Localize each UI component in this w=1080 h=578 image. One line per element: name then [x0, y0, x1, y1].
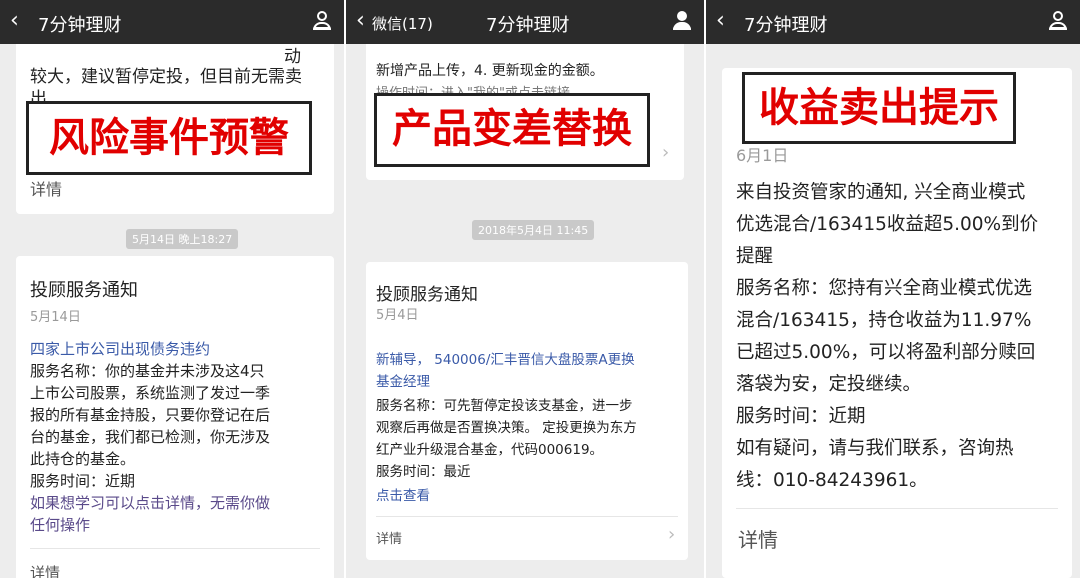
- card-title: 投顾服务通知: [376, 285, 478, 305]
- message-text: 服务名称：可先暂停定投该支基金，进一步: [376, 398, 633, 414]
- caption-profit-sell: 收益卖出提示: [742, 72, 1016, 144]
- detail-link[interactable]: 详情: [30, 562, 60, 578]
- card-date: 5月14日: [30, 310, 81, 325]
- chevron-right-icon: ›: [668, 524, 676, 545]
- service-time: 服务时间：近期: [30, 472, 136, 490]
- detail-link[interactable]: 详情: [376, 528, 402, 547]
- detail-link[interactable]: 详情: [30, 176, 62, 200]
- message-text: 优选混合/163415收益超5.00%到价: [736, 214, 1039, 235]
- user-icon[interactable]: [1048, 11, 1068, 31]
- message-link-text[interactable]: 任何操作: [30, 514, 90, 535]
- caption-risk-warning: 风险事件预警: [26, 101, 312, 175]
- title-bar: ‹ 7分钟理财: [0, 0, 344, 44]
- message-text: 提醒: [736, 246, 774, 267]
- message-text: 较大，建议暂停定投，但目前无需卖: [30, 67, 302, 87]
- card-title: 投顾服务通知: [30, 280, 138, 301]
- timestamp: 5月14日 晚上18:27: [126, 229, 239, 249]
- service-time: 服务时间：最近: [376, 464, 471, 480]
- caption-product-replacement: 产品变差替换: [374, 93, 650, 167]
- detail-link[interactable]: 详情: [738, 524, 778, 553]
- message-card-service-notice[interactable]: 6月1日 来自投资管家的通知, 兴全商业模式 优选混合/163415收益超5.0…: [722, 68, 1072, 578]
- timestamp: 2018年5月4日 11:45: [472, 220, 595, 240]
- back-icon[interactable]: ‹: [10, 9, 19, 33]
- message-headline: 基金经理: [376, 374, 430, 390]
- message-text: 台的基金，我们都已检测，你无涉及: [30, 428, 271, 446]
- user-icon[interactable]: [312, 11, 332, 31]
- divider: [736, 508, 1058, 509]
- message-text: 服务名称：您持有兴全商业模式优选: [736, 278, 1033, 299]
- screen-risk-warning: ‹ 7分钟理财 动 较大，建议暂停定投，但目前无需卖 出 详情 风险事件预警 5…: [0, 0, 344, 578]
- message-text: 如有疑问，请与我们联系，咨询热: [736, 438, 1014, 459]
- back-icon[interactable]: ‹: [356, 9, 365, 33]
- message-card-service-notice[interactable]: 投顾服务通知 5月14日 四家上市公司出现债务违约 服务名称：你的基金并未涉及这…: [16, 256, 334, 578]
- divider: [376, 516, 678, 517]
- message-text: 已超过5.00%，可以将盈利部分赎回: [736, 342, 1036, 363]
- message-text: 混合/163415，持仓收益为11.97%: [736, 310, 1032, 331]
- chat-title: 7分钟理财: [744, 15, 828, 36]
- message-text: 来自投资管家的通知, 兴全商业模式: [736, 182, 1026, 203]
- divider: [30, 548, 320, 549]
- chevron-right-icon: ›: [662, 142, 670, 163]
- message-text: 线：010-84243961。: [736, 470, 928, 491]
- message-headline: 新辅导， 540006/汇丰晋信大盘股票A更换: [376, 352, 635, 368]
- message-card-service-notice[interactable]: 投顾服务通知 5月4日 新辅导， 540006/汇丰晋信大盘股票A更换 基金经理…: [366, 262, 688, 560]
- chat-title: 7分钟理财: [486, 15, 570, 36]
- user-icon[interactable]: [672, 11, 692, 31]
- title-bar: ‹ 7分钟理财: [706, 0, 1080, 44]
- service-time: 服务时间：近期: [736, 406, 866, 427]
- message-text: 服务名称：你的基金并未涉及这4只: [30, 362, 265, 380]
- message-text: 新增产品上传，4. 更新现金的金额。: [376, 63, 604, 79]
- screen-profit-sell-prompt: ‹ 7分钟理财 6月1日 来自投资管家的通知, 兴全商业模式 优选混合/1634…: [706, 0, 1080, 578]
- chat-title: 7分钟理财: [38, 15, 122, 36]
- back-icon[interactable]: ‹: [716, 9, 725, 33]
- message-text: 上市公司股票，系统监测了发过一季: [30, 384, 271, 402]
- message-text: 此持仓的基金。: [30, 450, 136, 468]
- title-bar: ‹ 微信(17) 7分钟理财: [346, 0, 704, 44]
- message-text: 观察后再做是否置换决策。 定投更换为东方: [376, 420, 637, 436]
- card-date: 6月1日: [736, 146, 789, 165]
- message-text: 报的所有基金持股，只要你登记在后: [30, 406, 271, 424]
- view-link[interactable]: 点击查看: [376, 484, 430, 504]
- message-text: 红产业升级混合基金，代码000619。: [376, 442, 604, 458]
- message-headline: 四家上市公司出现债务违约: [30, 340, 211, 358]
- card-date: 5月4日: [376, 308, 419, 323]
- message-link-text[interactable]: 如果想学习可以点击详情，无需你做: [30, 492, 270, 513]
- screen-product-replacement: ‹ 微信(17) 7分钟理财 新增产品上传，4. 更新现金的金额。 操作时间：进…: [346, 0, 704, 578]
- message-text: 落袋为安，定投继续。: [736, 374, 922, 395]
- back-label[interactable]: 微信(17): [372, 13, 433, 34]
